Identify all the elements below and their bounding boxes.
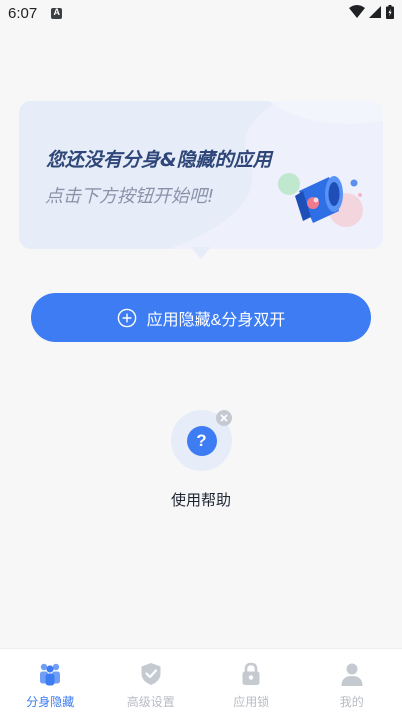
- signal-icon: [369, 6, 381, 18]
- lock-icon: [242, 662, 260, 685]
- wifi-icon: [349, 5, 365, 18]
- status-bar: 6:07: [0, 0, 402, 26]
- accessibility-notification-icon: [51, 7, 63, 19]
- promo-title: 您还没有分身&隐藏的应用: [46, 149, 272, 171]
- plus-circle-icon: [117, 308, 136, 327]
- bottom-nav: 分身隐藏 高级设置 应用锁 我的: [0, 648, 402, 716]
- shield-check-icon: [141, 663, 161, 685]
- hide-and-clone-button[interactable]: 应用隐藏&分身双开: [31, 293, 371, 342]
- battery-icon: [386, 5, 394, 19]
- help-close-button[interactable]: [216, 410, 232, 426]
- person-icon: [341, 663, 363, 686]
- question-icon: ?: [186, 425, 217, 456]
- promo-bubble-tail: [191, 247, 211, 259]
- hide-and-clone-label: 应用隐藏&分身双开: [146, 311, 286, 329]
- help-label: 使用帮助: [170, 491, 231, 509]
- promo-card: 您还没有分身&隐藏的应用 点击下方按钮开始吧!: [19, 101, 383, 259]
- megaphone-icon: [278, 173, 363, 227]
- status-time: 6:07: [8, 4, 38, 22]
- nav-label: 分身隐藏: [26, 695, 75, 709]
- nav-label: 高级设置: [126, 695, 175, 709]
- nav-item-clone-hide[interactable]: 分身隐藏: [0, 649, 101, 716]
- close-icon: [220, 414, 228, 422]
- help-widget: ?: [171, 410, 233, 472]
- nav-item-app-lock[interactable]: 应用锁: [201, 649, 302, 716]
- nav-label: 我的: [339, 695, 364, 709]
- status-icons: [349, 5, 394, 19]
- nav-label: 应用锁: [233, 695, 270, 709]
- nav-item-advanced-settings[interactable]: 高级设置: [101, 649, 202, 716]
- people-icon: [40, 663, 61, 686]
- promo-subtitle: 点击下方按钮开始吧!: [45, 186, 215, 207]
- nav-item-profile[interactable]: 我的: [302, 649, 402, 716]
